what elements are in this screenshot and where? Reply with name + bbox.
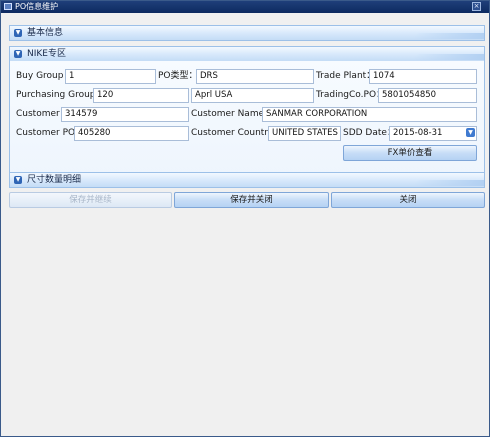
section-title: 基本信息 [27, 28, 64, 38]
customer-name-label: Customer Name： [191, 109, 274, 119]
nike-panel: Buy Group： 1 PO类型： DRS Trade Plant： 1074… [9, 61, 485, 178]
content-area: ▼ 基本信息 ▼ NIKE专区 Buy Group： 1 PO类型： DRS T… [3, 14, 487, 436]
trade-plant-field[interactable]: 1074 [369, 69, 477, 84]
sdd-date-value: 2015-08-31 [393, 128, 443, 138]
chevron-down-icon[interactable]: ▼ [466, 128, 475, 137]
po-type-field[interactable]: DRS [196, 69, 314, 84]
fx-price-button[interactable]: FX单价查看 [343, 145, 477, 161]
save-continue-button[interactable]: 保存并继续 [9, 192, 172, 208]
app-icon [4, 3, 12, 10]
sdd-date-label: SDD Date： [343, 128, 396, 138]
purchasing-group-field[interactable]: 120 [93, 88, 189, 103]
close-icon[interactable]: × [472, 2, 481, 11]
customer-po-field[interactable]: 405280 [74, 126, 189, 141]
chevron-down-icon[interactable]: ▼ [14, 29, 22, 37]
header-decoration [414, 54, 484, 60]
buy-group-label: Buy Group： [16, 71, 73, 81]
section-size-detail[interactable]: ▼ 尺寸数量明细 [9, 172, 485, 188]
close-button[interactable]: 关闭 [331, 192, 485, 208]
header-decoration [414, 180, 484, 186]
chevron-down-icon[interactable]: ▼ [14, 176, 22, 184]
po-type-label: PO类型： [158, 71, 198, 81]
trading-co-po-field[interactable]: 5801054850 [378, 88, 477, 103]
buy-group-field[interactable]: 1 [65, 69, 156, 84]
customer-country-field[interactable]: UNITED STATES [268, 126, 341, 141]
section-basic-info[interactable]: ▼ 基本信息 [9, 25, 485, 41]
customer-field[interactable]: 314579 [61, 107, 189, 122]
section-nike[interactable]: ▼ NIKE专区 [9, 46, 485, 62]
aprl-field[interactable]: Aprl USA [191, 88, 314, 103]
section-title: 尺寸数量明细 [27, 175, 82, 185]
window-title: PO信息维护 [15, 2, 59, 11]
header-decoration [414, 33, 484, 39]
chevron-down-icon[interactable]: ▼ [14, 50, 22, 58]
section-title: NIKE专区 [27, 49, 66, 59]
purchasing-group-label: Purchasing Group： [16, 90, 105, 100]
trade-plant-label: Trade Plant： [316, 71, 376, 81]
sdd-date-picker[interactable]: 2015-08-31 ▼ [389, 126, 477, 141]
po-info-window: PO信息维护 × ▼ 基本信息 ▼ NIKE专区 Buy Group： 1 PO… [0, 0, 490, 437]
title-bar: PO信息维护 × [1, 1, 489, 13]
trading-co-po-label: TradingCo.PO： [316, 90, 386, 100]
save-close-button[interactable]: 保存并关闭 [174, 192, 329, 208]
customer-name-field[interactable]: SANMAR CORPORATION [262, 107, 477, 122]
